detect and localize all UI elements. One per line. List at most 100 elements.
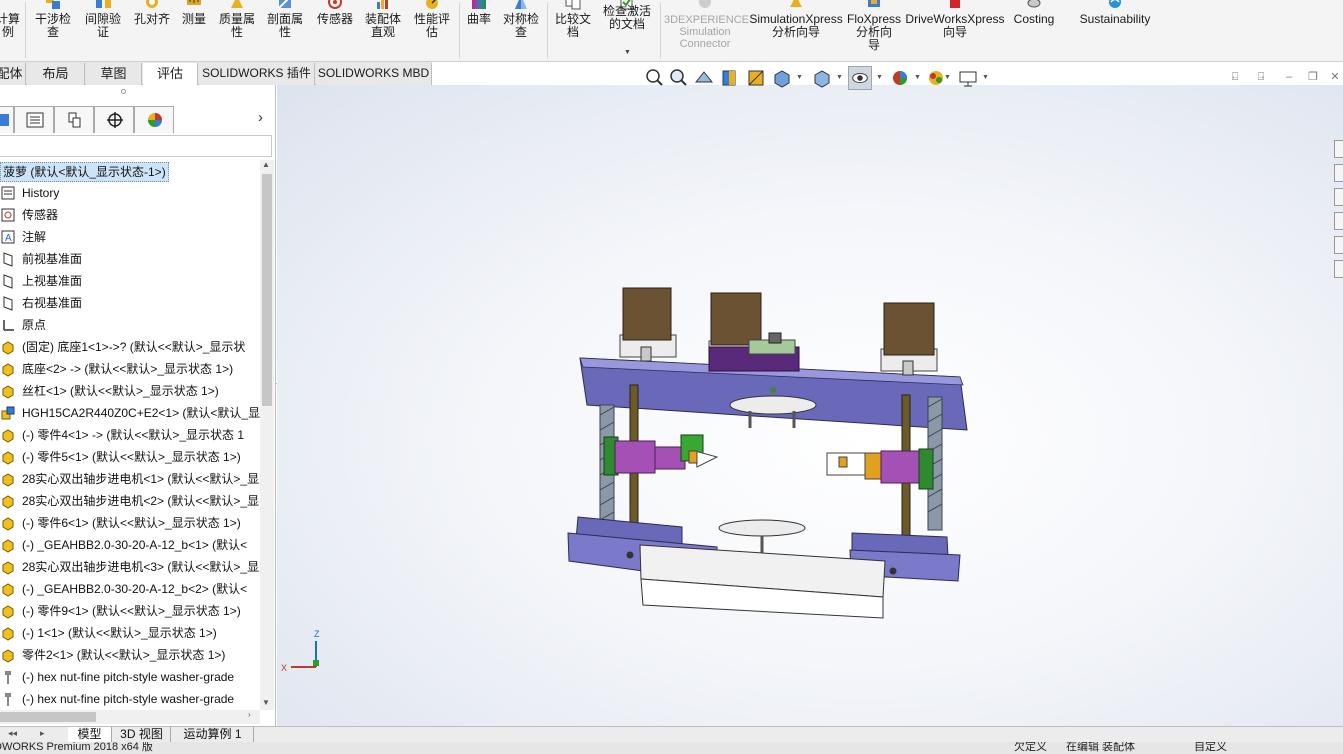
chevron-down-icon[interactable]: ▼ — [914, 74, 921, 81]
tree-item[interactable]: 28实心双出轴步进电机<1> (默认<<默认>_显 — [0, 468, 260, 490]
driveworksxpress-button[interactable]: DriveWorksXpress 向导 — [904, 0, 1006, 60]
tree-item[interactable]: History — [0, 182, 260, 204]
units-selector[interactable]: 自定义 — [1194, 742, 1227, 754]
tab-sketch[interactable]: 草图 — [86, 63, 142, 85]
tree-vertical-scrollbar[interactable]: ▲ ▼ — [260, 160, 274, 710]
tree-item[interactable]: (-) 零件9<1> (默认<<默认>_显示状态 1>) — [0, 600, 260, 622]
nut[interactable] — [626, 551, 634, 559]
previous-view-icon[interactable] — [692, 66, 716, 90]
panel-splitter-handle[interactable] — [121, 89, 126, 94]
task-pane-library-icon[interactable] — [1334, 188, 1343, 206]
dynamic-annotation-icon[interactable] — [744, 66, 768, 90]
section-properties-button[interactable]: 剖面属 性 — [262, 0, 308, 60]
hole-alignment-button[interactable]: 孔对齐 — [130, 0, 174, 60]
tree-item[interactable]: 传感器 — [0, 204, 260, 226]
tab-nav-first-icon[interactable]: ◂◂ — [8, 728, 17, 739]
tab-nav-next-icon[interactable]: ▸ — [40, 728, 45, 739]
tab-property-manager[interactable] — [14, 106, 54, 133]
simulationxpress-button[interactable]: SimulationXpress 分析向导 — [748, 0, 844, 60]
tree-item[interactable]: 底座<2> -> (默认<<默认>_显示状态 1>) — [0, 358, 260, 380]
task-pane-explorer-icon[interactable] — [1334, 212, 1343, 230]
zoom-area-icon[interactable] — [666, 66, 690, 90]
tree-item[interactable]: 28实心双出轴步进电机<3> (默认<<默认>_显 — [0, 556, 260, 578]
chevron-down-icon[interactable]: ▼ — [876, 74, 883, 81]
restore-icon[interactable]: ❐ — [1306, 70, 1320, 84]
compare-documents-button[interactable]: 比较文 档 — [550, 0, 596, 60]
costing-button[interactable]: Costing — [1008, 0, 1060, 60]
performance-evaluation-button[interactable]: 性能评 估 — [408, 0, 456, 60]
symmetry-check-button[interactable]: 对称检 查 — [498, 0, 544, 60]
carriage-right[interactable] — [826, 448, 934, 490]
tree-item[interactable]: (-) _GEAHBB2.0-30-20-A-12_b<1> (默认< — [0, 534, 260, 556]
tab-solidworks-mbd[interactable]: SOLIDWORKS MBD — [316, 63, 432, 85]
assembly-model[interactable]: Z X — [277, 85, 1343, 726]
tree-item[interactable]: A 注解 — [0, 226, 260, 248]
tree-item[interactable]: 前视基准面 — [0, 248, 260, 270]
tree-item[interactable]: (-) 零件4<1> -> (默认<<默认>_显示状态 1 — [0, 424, 260, 446]
clearance-verify-button[interactable]: 间隙验 证 — [80, 0, 126, 60]
zoom-to-fit-icon[interactable] — [642, 66, 666, 90]
tab-model[interactable]: 模型 — [68, 727, 112, 743]
interference-check-button[interactable]: 干涉检 查 — [30, 0, 76, 60]
view-settings-icon[interactable] — [956, 66, 980, 90]
tab-3d-view[interactable]: 3D 视图 — [113, 727, 171, 743]
simulation-connector-button[interactable]: 3DEXPERIENCE Simulation Connector — [664, 0, 749, 60]
close-icon[interactable]: ✕ — [1328, 70, 1342, 84]
tree-item[interactable]: (-) _GEAHBB2.0-30-20-A-12_b<2> (默认< — [0, 578, 260, 600]
tree-item[interactable]: (-) 零件6<1> (默认<<默认>_显示状态 1>) — [0, 512, 260, 534]
tree-horizontal-scrollbar[interactable]: › — [0, 710, 260, 724]
chevron-right-icon[interactable]: › — [258, 109, 263, 126]
task-pane-home-icon[interactable] — [1334, 140, 1343, 158]
tree-item[interactable]: 丝杠<1> (默认<<默认>_显示状态 1>) — [0, 380, 260, 402]
assembly-visualization-button[interactable]: 装配体 直观 — [360, 0, 406, 60]
tree-item[interactable]: (-) 1<1> (默认<<默认>_显示状态 1>) — [0, 622, 260, 644]
task-pane-appearances-icon[interactable] — [1334, 236, 1343, 254]
tree-item[interactable]: (-) 零件5<1> (默认<<默认>_显示状态 1>) — [0, 446, 260, 468]
scrollbar-thumb[interactable] — [0, 712, 96, 722]
curvature-button[interactable]: 曲率 — [462, 0, 496, 60]
stepper-motor-right[interactable] — [880, 302, 938, 376]
measure-button[interactable]: 测量 — [176, 0, 212, 60]
tab-dimxpert-manager[interactable] — [94, 106, 134, 133]
sustainability-button[interactable]: Sustainability — [1074, 0, 1156, 60]
floxpress-button[interactable]: FloXpress 分析向 导 — [846, 0, 902, 60]
tab-assembly[interactable]: 配体 — [0, 63, 26, 85]
tab-layout[interactable]: 布局 — [27, 63, 85, 85]
tree-item[interactable]: (固定) 底座1<1>->? (默认<<默认>_显示状 — [0, 336, 260, 358]
hide-show-items-icon[interactable] — [848, 66, 872, 90]
chevron-down-icon[interactable]: ▼ — [624, 46, 631, 59]
tree-item[interactable]: 零件2<1> (默认<<默认>_显示状态 1>) — [0, 644, 260, 666]
tab-display-manager[interactable] — [134, 106, 174, 133]
stepper-motor-center[interactable] — [708, 292, 800, 372]
tab-feature-manager[interactable] — [0, 106, 14, 133]
tree-item[interactable]: (-) hex nut-fine pitch-style washer-grad… — [0, 666, 260, 688]
view-orientation-icon[interactable] — [770, 66, 794, 90]
tab-solidworks-addins[interactable]: SOLIDWORKS 插件 — [199, 63, 315, 85]
chevron-down-icon[interactable]: ▼ — [796, 74, 803, 81]
tree-item[interactable]: HGH15CA2R440Z0C+E2<1> (默认<默认_显 — [0, 402, 260, 424]
minimize-icon[interactable]: – — [1282, 70, 1296, 84]
tree-item[interactable]: 原点 — [0, 314, 260, 336]
calc-button[interactable]: 计算 例 — [0, 0, 22, 60]
section-view-icon[interactable] — [718, 66, 742, 90]
collapse-right-icon[interactable]: ⍈ — [1254, 70, 1268, 84]
task-pane-resources-icon[interactable] — [1334, 164, 1343, 182]
scrollbar-thumb[interactable] — [262, 174, 272, 406]
check-active-document-button[interactable]: 检查激活 的文档 ▼ — [598, 0, 656, 60]
scroll-up-icon[interactable]: ▲ — [262, 160, 270, 169]
tree-item[interactable]: 上视基准面 — [0, 270, 260, 292]
tab-configuration-manager[interactable] — [54, 106, 94, 133]
tab-motion-study[interactable]: 运动算例 1 — [172, 727, 254, 743]
tree-filter-input[interactable] — [0, 135, 272, 157]
sensor-button[interactable]: 传感器 — [312, 0, 358, 60]
nut[interactable] — [889, 567, 897, 575]
edit-appearance-icon[interactable] — [888, 66, 912, 90]
graphics-area[interactable]: Z X — [277, 85, 1343, 726]
chevron-down-icon[interactable]: ▼ — [944, 74, 951, 81]
scroll-down-icon[interactable]: ▼ — [262, 698, 270, 707]
mass-properties-button[interactable]: 质量属 性 — [214, 0, 260, 60]
tree-item[interactable]: 28实心双出轴步进电机<2> (默认<<默认>_显 — [0, 490, 260, 512]
stepper-motor-left[interactable] — [619, 287, 677, 362]
chevron-down-icon[interactable]: ▼ — [982, 74, 989, 81]
display-style-icon[interactable] — [810, 66, 834, 90]
